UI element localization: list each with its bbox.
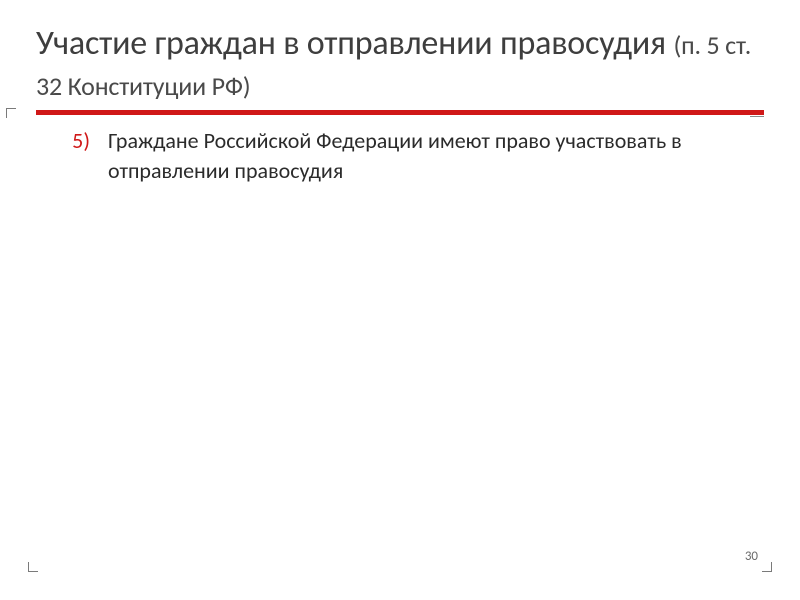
crop-mark-top-left [6,108,16,118]
title-divider [36,110,764,116]
list-item: 5) Граждане Российской Федерации имеют п… [64,126,744,188]
title-main: Участие граждан в отправлении правосудия [36,23,673,64]
crop-mark-bottom-left [28,562,38,572]
list-text: Граждане Российской Федерации имеют прав… [108,126,744,188]
divider-tick [750,116,764,117]
slide: Участие граждан в отправлении правосудия… [0,0,800,600]
body-content: 5) Граждане Российской Федерации имеют п… [36,126,764,188]
list-number: 5) [64,126,90,156]
slide-title: Участие граждан в отправлении правосудия… [36,24,764,106]
page-number: 30 [745,549,758,564]
crop-mark-bottom-right [762,562,772,572]
divider-bar [36,110,764,115]
